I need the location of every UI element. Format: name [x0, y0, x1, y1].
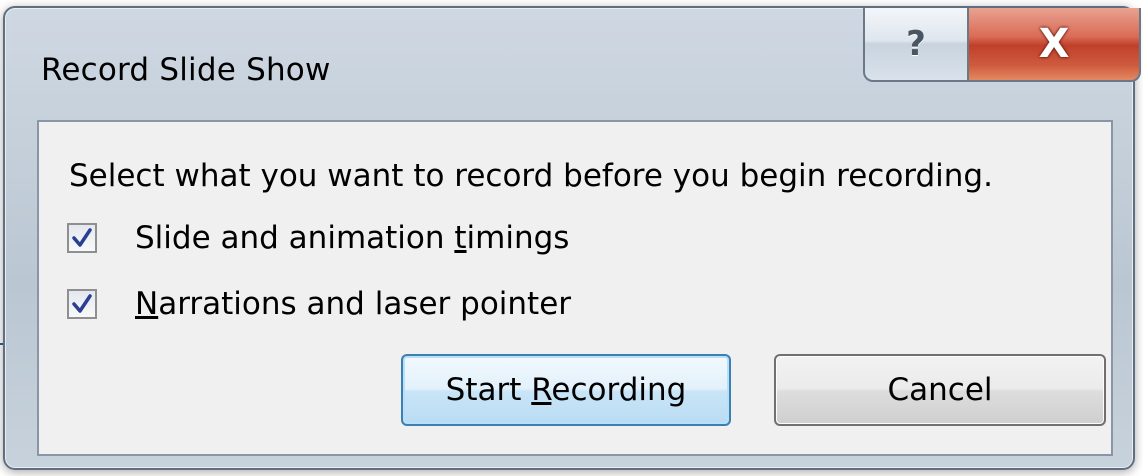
checkmark-icon	[72, 228, 92, 247]
cancel-label: Cancel	[887, 372, 993, 408]
option-narrations-laser-pointer[interactable]: Narrations and laser pointer	[67, 286, 571, 322]
start-recording-button[interactable]: Start Recording	[401, 354, 731, 426]
dialog-body: Select what you want to record before yo…	[37, 120, 1113, 456]
checkmark-icon	[72, 294, 92, 313]
close-button[interactable]: X	[969, 8, 1141, 82]
narrations-checkbox[interactable]	[67, 289, 97, 319]
instruction-text: Select what you want to record before yo…	[69, 158, 993, 194]
timings-label: Slide and animation timings	[135, 220, 570, 256]
dialog-title: Record Slide Show	[41, 52, 331, 88]
timings-checkbox[interactable]	[67, 223, 97, 253]
cancel-button[interactable]: Cancel	[774, 354, 1106, 426]
option-slide-animation-timings[interactable]: Slide and animation timings	[67, 220, 569, 256]
narrations-label: Narrations and laser pointer	[135, 286, 572, 322]
question-mark-icon: ?	[906, 24, 926, 64]
start-recording-label: Start Recording	[445, 372, 687, 408]
caption-buttons: ? X	[863, 8, 1141, 92]
help-button[interactable]: ?	[863, 8, 969, 82]
close-x-icon: X	[1038, 21, 1070, 67]
record-slide-show-dialog: Record Slide Show ? X Select what you wa…	[3, 6, 1141, 470]
